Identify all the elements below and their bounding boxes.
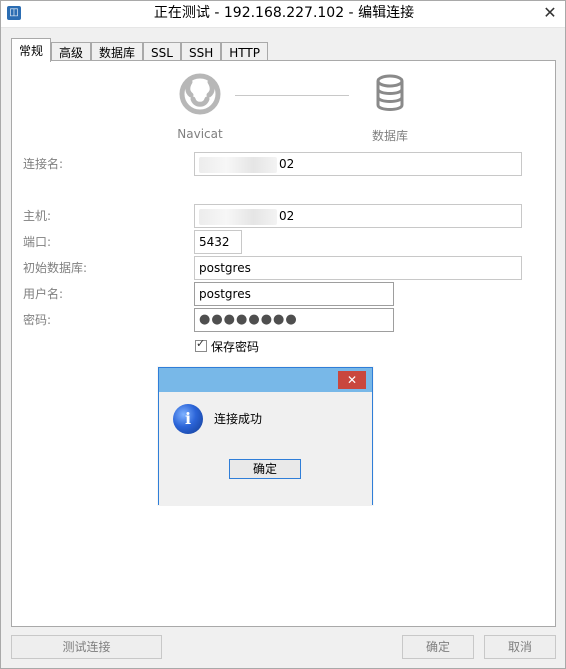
save-password-checkbox[interactable]: ✓: [195, 337, 207, 352]
navicat-label: Navicat: [177, 127, 223, 141]
database-label: 数据库: [371, 129, 408, 143]
dialog-message: 连接成功: [214, 412, 263, 426]
tab-http[interactable]: HTTP: [221, 42, 268, 62]
general-panel: Navicat 数据库 连接名: 02 主机: 02 端口: 5432 初始数据…: [11, 60, 556, 627]
initial-database-field[interactable]: postgres: [194, 256, 522, 280]
redacted-host: [199, 208, 277, 225]
navicat-logo-icon: [179, 73, 221, 115]
initial-database-label: 初始数据库:: [23, 261, 88, 275]
cancel-button[interactable]: 取消: [484, 635, 556, 659]
window-titlebar: ◫ 正在测试 - 192.168.227.102 - 编辑连接 ✕: [1, 1, 565, 28]
password-label: 密码:: [23, 313, 52, 327]
tab-database[interactable]: 数据库: [91, 42, 144, 62]
host-field[interactable]: 02: [194, 204, 522, 228]
window-title: 正在测试 - 192.168.227.102 - 编辑连接: [153, 5, 415, 21]
dialog-close-button[interactable]: ✕: [338, 371, 366, 389]
username-field[interactable]: postgres: [194, 282, 394, 306]
tab-ssh[interactable]: SSH: [180, 42, 222, 62]
test-connection-button[interactable]: 测试连接: [11, 635, 162, 659]
password-field[interactable]: ●●●●●●●●: [194, 308, 394, 332]
dialog-ok-button[interactable]: 确定: [229, 459, 301, 479]
save-password-label: 保存密码: [211, 339, 260, 354]
connection-name-label: 连接名:: [23, 157, 64, 171]
connection-name-value: 02: [279, 157, 295, 171]
tab-general[interactable]: 常规: [11, 38, 52, 62]
close-icon[interactable]: ✕: [541, 4, 559, 22]
tab-advanced[interactable]: 高级: [51, 42, 92, 62]
connection-link-line: [235, 95, 349, 96]
dialog-titlebar: ✕: [159, 368, 372, 392]
tab-strip: 常规 高级 数据库 SSL SSH HTTP: [11, 37, 268, 62]
tab-ssl[interactable]: SSL: [143, 42, 181, 62]
connection-name-field[interactable]: 02: [194, 152, 522, 176]
dialog-content: i 连接成功 确定: [159, 392, 372, 506]
host-value: 02: [279, 209, 295, 223]
database-icon: [376, 74, 404, 111]
username-label: 用户名:: [23, 287, 64, 301]
port-field[interactable]: 5432: [194, 230, 242, 254]
connection-success-dialog: ✕ i 连接成功 确定: [158, 367, 373, 506]
redacted-connection-name: [199, 156, 277, 173]
info-icon: i: [173, 404, 203, 434]
port-label: 端口:: [23, 235, 52, 249]
save-password-row[interactable]: ✓ 保存密码: [195, 337, 259, 355]
edit-connection-window: ◫ 正在测试 - 192.168.227.102 - 编辑连接 ✕ 常规 高级 …: [0, 0, 566, 669]
checkmark-icon: ✓: [196, 337, 206, 350]
ok-button[interactable]: 确定: [402, 635, 474, 659]
connection-header: Navicat 数据库: [177, 71, 417, 143]
host-label: 主机:: [23, 209, 52, 223]
